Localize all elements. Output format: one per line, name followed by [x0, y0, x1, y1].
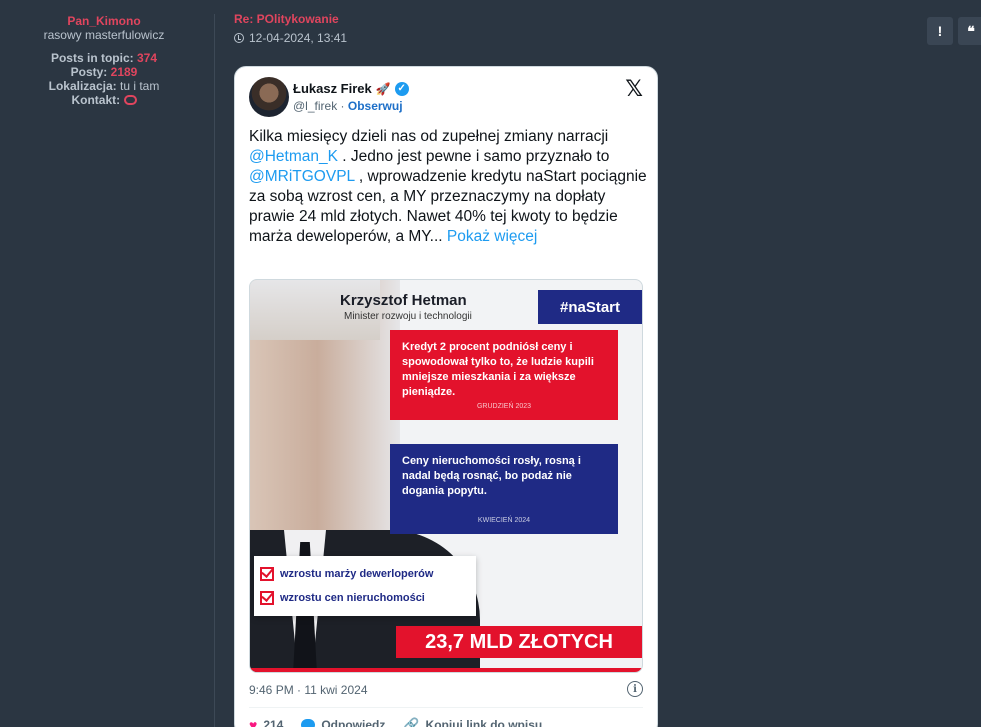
- user-profile: Pan_Kimono rasowy masterfulowicz Posts i…: [0, 14, 208, 107]
- verified-icon: ✓: [394, 81, 409, 96]
- rocket-icon: 🚀: [375, 81, 391, 96]
- like-count: 214: [263, 718, 284, 727]
- tweet-image[interactable]: Krzysztof Hetman Minister rozwoju i tech…: [249, 279, 643, 673]
- checkbox-icon: [260, 591, 274, 605]
- tweet-author-name[interactable]: Łukasz Firek: [293, 81, 372, 96]
- checklist: wzrostu marży dewerloperów wzrostu cen n…: [254, 556, 476, 616]
- mention-link[interactable]: @MRiTGOVPL: [249, 168, 355, 185]
- checkbox-icon: [260, 567, 274, 581]
- contact-label: Kontakt:: [71, 93, 121, 107]
- clock-icon: [234, 33, 244, 43]
- post-date: 12-04-2024, 13:41: [234, 31, 347, 45]
- checklist-item-label: wzrostu marży dewerloperów: [280, 568, 434, 580]
- x-logo-icon[interactable]: 𝕏: [625, 77, 643, 102]
- user-rank: rasowy masterfulowicz: [43, 28, 165, 42]
- reply-label: Odpowiedz: [321, 718, 386, 727]
- link-icon: 🔗: [403, 717, 420, 727]
- checklist-item: wzrostu cen nieruchomości: [260, 586, 470, 610]
- portrait-background: [250, 280, 380, 340]
- post-date-text: 12-04-2024, 13:41: [249, 31, 348, 45]
- tweet-handle-row: @l_firek · Obserwuj: [293, 99, 403, 113]
- graphic-total: 23,7 MLD ZŁOTYCH: [396, 626, 642, 658]
- graphic-role: Minister rozwoju i technologii: [344, 311, 472, 322]
- graphic-accent-line: [250, 668, 642, 672]
- graphic-hashtag: #naStart: [538, 290, 642, 324]
- info-icon[interactable]: i: [627, 681, 643, 697]
- quote-red-text: Kredyt 2 procent podniósł ceny i spowodo…: [402, 341, 594, 398]
- location-label: Lokalizacja:: [48, 79, 117, 93]
- tweet-text: Kilka miesięcy dzieli nas od zupełnej zm…: [249, 127, 647, 247]
- quote-box-red: Kredyt 2 procent podniósł ceny i spowodo…: [390, 330, 618, 420]
- quote-blue-text: Ceny nieruchomości rosły, rosną i nadal …: [402, 455, 581, 497]
- heart-icon: ♥: [249, 717, 258, 727]
- quote-red-date: GRUDZIEŃ 2023: [476, 403, 532, 410]
- location-value: tu i tam: [120, 79, 160, 93]
- tweet-timestamp[interactable]: 9:46 PM · 11 kwi 2024: [249, 683, 368, 697]
- chat-icon[interactable]: [123, 95, 137, 105]
- posts-in-topic-label: Posts in topic:: [50, 51, 134, 65]
- avatar[interactable]: [249, 77, 289, 117]
- quote-box-blue: Ceny nieruchomości rosły, rosną i nadal …: [390, 444, 618, 534]
- tweet-author[interactable]: Łukasz Firek 🚀 ✓: [293, 81, 409, 96]
- posts-label: Posty:: [70, 65, 108, 79]
- location: Lokalizacja: tu i tam: [0, 79, 208, 93]
- tweet-text-part: Kilka miesięcy dzieli nas od zupełnej zm…: [249, 128, 609, 145]
- checklist-item: wzrostu marży dewerloperów: [260, 562, 470, 586]
- posts-value[interactable]: 2189: [111, 65, 138, 79]
- reply-icon: [301, 719, 316, 727]
- quote-button[interactable]: ❝: [958, 17, 981, 45]
- copy-link-button[interactable]: 🔗 Kopiuj link do wpisu: [403, 717, 542, 727]
- post-title-link[interactable]: Re: POlitykowanie: [234, 12, 339, 26]
- like-button[interactable]: ♥ 214: [249, 717, 283, 727]
- report-button[interactable]: !: [927, 17, 953, 45]
- embedded-tweet: Łukasz Firek 🚀 ✓ @l_firek · Obserwuj 𝕏 K…: [234, 66, 658, 727]
- handle-separator: ·: [337, 99, 348, 113]
- tweet-handle[interactable]: @l_firek: [293, 99, 337, 113]
- posts-in-topic: Posts in topic: 374: [0, 51, 208, 65]
- contact: Kontakt:: [0, 93, 208, 107]
- mention-link[interactable]: @Hetman_K: [249, 148, 338, 165]
- show-more-link[interactable]: Pokaż więcej: [447, 228, 537, 245]
- column-divider: [214, 14, 215, 727]
- tweet-text-part: . Jedno jest pewne i samo przyznało to: [337, 148, 610, 165]
- copy-link-label: Kopiuj link do wpisu: [425, 718, 543, 727]
- graphic-name: Krzysztof Hetman: [340, 292, 467, 309]
- quote-blue-date: KWIECIEŃ 2024: [477, 517, 531, 524]
- posts-count: Posty: 2189: [0, 65, 208, 79]
- reply-button[interactable]: Odpowiedz: [301, 717, 385, 727]
- tweet-actions: ♥ 214 Odpowiedz 🔗 Kopiuj link do wpisu: [249, 717, 542, 727]
- tweet-divider: [249, 707, 643, 708]
- posts-in-topic-value[interactable]: 374: [137, 51, 157, 65]
- follow-link[interactable]: Obserwuj: [348, 99, 403, 113]
- username-link[interactable]: Pan_Kimono: [0, 14, 208, 28]
- checklist-item-label: wzrostu cen nieruchomości: [280, 592, 425, 604]
